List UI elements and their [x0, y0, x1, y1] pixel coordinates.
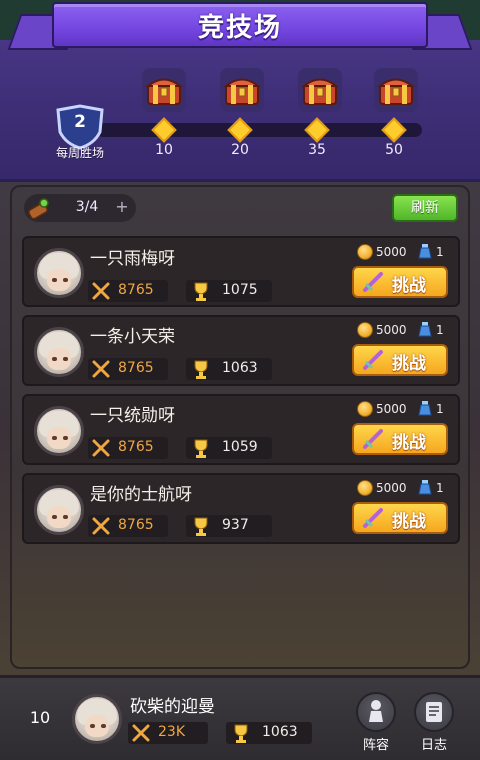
- treasure-chest-icon[interactable]: [220, 68, 264, 112]
- sword-icon: [363, 508, 383, 528]
- reward-potion: 1: [436, 481, 444, 495]
- lineup-label: 阵容: [362, 738, 389, 753]
- reward-gold: 5000: [376, 402, 407, 416]
- player-trophies: 1063: [262, 724, 298, 740]
- challenge-label: 挑战: [392, 433, 426, 453]
- trophy-icon: [194, 439, 208, 458]
- ticket-potion-icon: [28, 198, 49, 220]
- avatar: [34, 485, 84, 535]
- crossed-swords-icon: [132, 724, 150, 742]
- trophy-icon: [234, 724, 248, 743]
- sword-icon: [363, 272, 383, 292]
- opponent-trophies: 937: [222, 517, 249, 533]
- milestone-label: 35: [308, 142, 326, 158]
- sword-icon: [363, 429, 383, 449]
- opponent-name: 一只雨梅呀: [90, 249, 175, 269]
- potion-icon: [418, 322, 432, 337]
- crossed-swords-icon: [92, 517, 110, 535]
- potion-icon: [418, 401, 432, 416]
- weekly-wins-count: 2: [74, 112, 86, 132]
- avatar: [72, 694, 122, 744]
- player-power: 23K: [158, 724, 185, 740]
- crossed-swords-icon: [92, 282, 110, 300]
- log-button[interactable]: [414, 692, 454, 732]
- gold-coin-icon: [357, 244, 373, 260]
- reward-gold: 5000: [376, 245, 407, 259]
- title-banner: 竞技场: [52, 2, 428, 48]
- opponent-power: 8765: [118, 282, 154, 298]
- milestone-label: 20: [231, 142, 249, 158]
- gold-coin-icon: [357, 322, 373, 338]
- opponent-trophies: 1063: [222, 360, 258, 376]
- avatar: [34, 248, 84, 298]
- treasure-chest-icon[interactable]: [142, 68, 186, 112]
- reward-potion: 1: [436, 323, 444, 337]
- potion-icon: [418, 244, 432, 259]
- opponent-name: 是你的士航呀: [90, 485, 192, 505]
- reward-potion: 1: [436, 402, 444, 416]
- add-ticket-button[interactable]: +: [114, 197, 130, 216]
- reward-gold: 5000: [376, 481, 407, 495]
- reward-potion: 1: [436, 245, 444, 259]
- log-book-icon: [426, 702, 442, 722]
- opponent-name: 一只统勋呀: [90, 406, 175, 426]
- avatar: [34, 406, 84, 456]
- refresh-button[interactable]: 刷新: [392, 194, 458, 222]
- weekly-wins-label: 每周胜场: [55, 146, 104, 160]
- opponent-power: 8765: [118, 360, 154, 376]
- trophy-icon: [194, 360, 208, 379]
- opponent-power: 8765: [118, 517, 154, 533]
- crossed-swords-icon: [92, 439, 110, 457]
- opponent-trophies: 1059: [222, 439, 258, 455]
- player-rank: 10: [29, 708, 51, 727]
- avatar: [34, 327, 84, 377]
- log-label: 日志: [420, 738, 447, 753]
- milestone-label: 50: [385, 142, 403, 158]
- weekly-progress-track: [96, 123, 422, 137]
- opponent-name: 一条小天荣: [90, 327, 175, 347]
- challenge-label: 挑战: [392, 512, 426, 532]
- opponent-trophies: 1075: [222, 282, 258, 298]
- milestone-label: 10: [155, 142, 173, 158]
- player-name: 砍柴的迎曼: [130, 697, 215, 717]
- challenge-label: 挑战: [392, 354, 426, 374]
- opponent-power: 8765: [118, 439, 154, 455]
- treasure-chest-icon[interactable]: [298, 68, 342, 112]
- reward-gold: 5000: [376, 323, 407, 337]
- treasure-chest-icon[interactable]: [374, 68, 418, 112]
- gold-coin-icon: [357, 480, 373, 496]
- sword-icon: [363, 350, 383, 370]
- gold-coin-icon: [357, 401, 373, 417]
- trophy-icon: [194, 517, 208, 536]
- lineup-button[interactable]: [356, 692, 396, 732]
- trophy-icon: [194, 282, 208, 301]
- potion-icon: [418, 480, 432, 495]
- arena-screen: 竞技场 10 20 35 50 2 每周胜场 3/4 + 刷新 一只雨梅呀 87…: [0, 0, 480, 760]
- challenge-label: 挑战: [392, 276, 426, 296]
- ticket-count: 3/4: [75, 199, 99, 215]
- page-title: 竞技场: [197, 12, 282, 43]
- chess-piece-icon: [369, 700, 383, 722]
- crossed-swords-icon: [92, 360, 110, 378]
